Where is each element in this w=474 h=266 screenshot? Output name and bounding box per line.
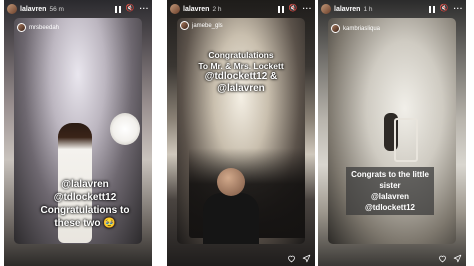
speaker-muted-icon[interactable]: 🔇	[126, 5, 135, 13]
story-header: lalavren 2 h 🔇 ···	[167, 2, 315, 16]
reshared-account-tag[interactable]: kambriasliqua	[331, 24, 380, 33]
avatar[interactable]	[7, 4, 17, 14]
story-actions	[438, 254, 462, 263]
reshared-account-tag[interactable]: mrsbeedah	[17, 23, 59, 32]
story-header: lalavren 1 h 🔇 ···	[318, 2, 466, 16]
tag-username: jamebe_gls	[192, 22, 223, 29]
speaker-muted-icon[interactable]: 🔇	[289, 5, 298, 13]
avatar[interactable]	[170, 4, 180, 14]
speaker-muted-icon[interactable]: 🔇	[440, 5, 449, 13]
bouquet-figure	[110, 113, 140, 145]
heart-icon[interactable]	[438, 254, 447, 263]
story-username[interactable]: lalavren	[334, 6, 360, 13]
tag-avatar	[17, 23, 26, 32]
pause-icon[interactable]	[277, 5, 284, 13]
tag-avatar	[331, 24, 340, 33]
story-caption: Congratulations To Mr. & Mrs. Lockett @t…	[183, 50, 299, 95]
story-caption: Congrats to the little sister @lalavren …	[346, 167, 434, 215]
caption-line: Congrats to the little sister	[351, 170, 429, 190]
story-username[interactable]: lalavren	[20, 6, 46, 13]
caption-line: Congratulations	[208, 50, 274, 60]
story-panel-1[interactable]: lalavren 56 m 🔇 ··· mrsbeedah @lalavren …	[4, 0, 152, 266]
guest-suit-figure	[203, 193, 259, 244]
more-dots-icon[interactable]: ···	[303, 5, 313, 13]
more-dots-icon[interactable]: ···	[140, 5, 150, 13]
caption-line: these two 🥹	[54, 218, 116, 229]
tag-username: mrsbeedah	[29, 24, 60, 31]
tag-avatar	[180, 21, 189, 30]
story-panel-2[interactable]: lalavren 2 h 🔇 ··· jamebe_gls Congratula…	[167, 0, 315, 266]
reshared-account-tag[interactable]: jamebe_gls	[180, 21, 223, 30]
heart-icon[interactable]	[287, 254, 296, 263]
story-timestamp: 1 h	[363, 5, 373, 13]
caption-line: Congratulations to	[40, 205, 130, 216]
guest-head-figure	[217, 168, 245, 196]
caption-line[interactable]: @tdlockett12 & @lalavren	[183, 71, 299, 95]
story-timestamp: 56 m	[49, 5, 64, 13]
story-header: lalavren 56 m 🔇 ···	[4, 2, 152, 16]
send-icon[interactable]	[302, 254, 311, 263]
chair-figure	[394, 118, 418, 162]
tag-username: kambriasliqua	[343, 25, 381, 32]
story-timestamp: 2 h	[212, 5, 222, 13]
caption-line[interactable]: @lalavren	[40, 178, 130, 191]
avatar[interactable]	[321, 4, 331, 14]
story-username[interactable]: lalavren	[183, 6, 209, 13]
story-actions	[287, 254, 311, 263]
more-dots-icon[interactable]: ···	[454, 5, 464, 13]
send-icon[interactable]	[453, 254, 462, 263]
pause-icon[interactable]	[428, 5, 435, 13]
story-panel-3[interactable]: lalavren 1 h 🔇 ··· kambriasliqua Congrat…	[318, 0, 466, 266]
pause-icon[interactable]	[114, 5, 121, 13]
caption-line[interactable]: @tdlockett12	[40, 191, 130, 204]
caption-line[interactable]: @lalavren @tdlockett12	[348, 191, 432, 213]
caption-line: To Mr. & Mrs. Lockett	[198, 60, 284, 71]
story-caption: @lalavren @tdlockett12 Congratulations t…	[40, 178, 130, 230]
